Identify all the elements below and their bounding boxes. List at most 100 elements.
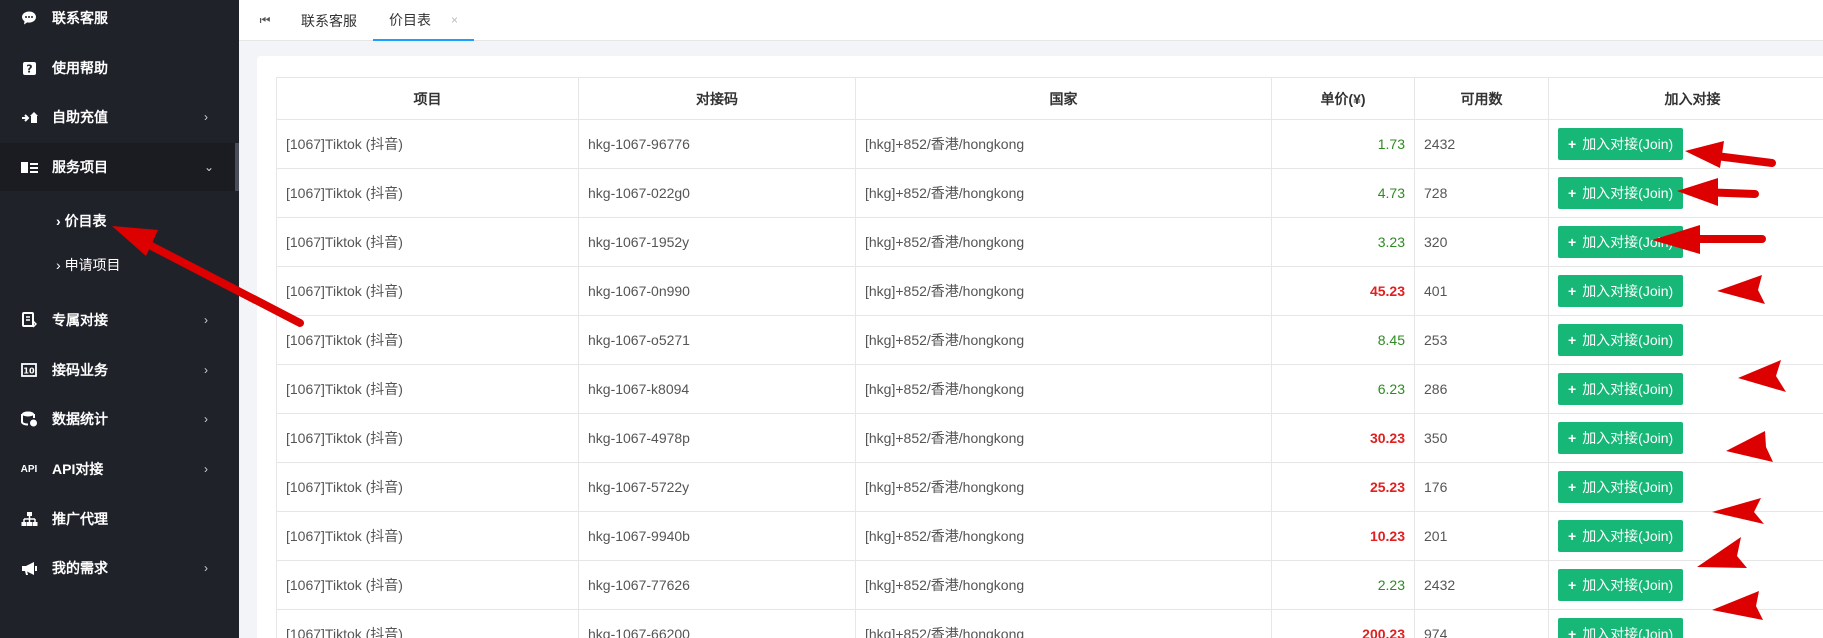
join-button[interactable]: + 加入对接(Join) bbox=[1558, 471, 1684, 503]
tab-contact[interactable]: 联系客服 bbox=[301, 0, 357, 41]
cell-country: [hkg]+852/香港/hongkong bbox=[855, 413, 1272, 463]
table-row: [1067]Tiktok (抖音) hkg-1067-66200 [hkg]+852… bbox=[276, 609, 1823, 638]
sidebar-item-recharge[interactable]: 自助充值 › bbox=[0, 93, 239, 141]
join-button[interactable]: + 加入对接(Join) bbox=[1558, 177, 1684, 209]
join-button[interactable]: + 加入对接(Join) bbox=[1558, 373, 1684, 405]
cell-code: hkg-1067-022g0 bbox=[578, 168, 856, 218]
cell-code: hkg-1067-o5271 bbox=[578, 315, 856, 365]
cell-code: hkg-1067-4978p bbox=[578, 413, 856, 463]
cell-project: [1067]Tiktok (抖音) bbox=[276, 413, 579, 463]
column-header-available: 可用数 bbox=[1414, 77, 1549, 120]
join-button[interactable]: + 加入对接(Join) bbox=[1558, 422, 1684, 454]
cell-country: [hkg]+852/香港/hongkong bbox=[855, 560, 1272, 610]
cell-project: [1067]Tiktok (抖音) bbox=[276, 364, 579, 414]
tab-scroll-left-icon[interactable]: ⏮ bbox=[257, 11, 273, 29]
svg-text:?: ? bbox=[26, 62, 32, 75]
chevron-right-icon: › bbox=[204, 313, 208, 327]
column-header-country: 国家 bbox=[855, 77, 1272, 120]
cell-join: + 加入对接(Join) bbox=[1548, 560, 1823, 610]
tab-pricelist[interactable]: 价目表 × bbox=[373, 0, 475, 41]
chevron-right-icon: › bbox=[204, 462, 208, 476]
tab-bar: ⏮ 联系客服 价目表 × bbox=[239, 0, 1823, 41]
sidebar-item-contact[interactable]: 联系客服 bbox=[0, 0, 239, 42]
cell-available: 350 bbox=[1414, 413, 1549, 463]
sidebar-subitem-pricelist[interactable]: › 价目表 bbox=[0, 201, 239, 241]
join-button[interactable]: + 加入对接(Join) bbox=[1558, 569, 1684, 601]
plus-icon: + bbox=[1568, 577, 1577, 593]
sidebar-item-label: 数据统计 bbox=[52, 411, 108, 427]
join-button-label: 加入对接(Join) bbox=[1582, 577, 1674, 593]
table-row: [1067]Tiktok (抖音) hkg-1067-77626 [hkg]+852… bbox=[276, 560, 1823, 610]
close-icon[interactable]: × bbox=[451, 13, 458, 27]
column-header-price: 单价(¥) bbox=[1271, 77, 1415, 120]
sidebar-item-exclusive[interactable]: 专属对接 › bbox=[0, 296, 239, 344]
cell-join: + 加入对接(Join) bbox=[1548, 609, 1823, 638]
join-button[interactable]: + 加入对接(Join) bbox=[1558, 618, 1684, 638]
plus-icon: + bbox=[1568, 283, 1577, 299]
sidebar-item-promotion[interactable]: 推广代理 bbox=[0, 495, 239, 543]
cell-join: + 加入对接(Join) bbox=[1548, 462, 1823, 512]
plus-icon: + bbox=[1568, 626, 1577, 638]
sidebar: 联系客服 ? 使用帮助 自助充值 › 服务项目 ⌄ › 价目表 › 申请项目 专… bbox=[0, 0, 239, 638]
cell-price: 3.23 bbox=[1271, 217, 1415, 267]
tab-label: 联系客服 bbox=[301, 12, 357, 29]
table-row: [1067]Tiktok (抖音) hkg-1067-k8094 [hkg]+852… bbox=[276, 364, 1823, 414]
join-button[interactable]: + 加入对接(Join) bbox=[1558, 226, 1684, 258]
cell-project: [1067]Tiktok (抖音) bbox=[276, 168, 579, 218]
sidebar-item-label: API对接 bbox=[52, 461, 104, 477]
join-button[interactable]: + 加入对接(Join) bbox=[1558, 520, 1684, 552]
join-button[interactable]: + 加入对接(Join) bbox=[1558, 128, 1684, 160]
cell-project: [1067]Tiktok (抖音) bbox=[276, 560, 579, 610]
cell-available: 2432 bbox=[1414, 119, 1549, 169]
table-row: [1067]Tiktok (抖音) hkg-1067-4978p [hkg]+852… bbox=[276, 413, 1823, 463]
cell-available: 176 bbox=[1414, 462, 1549, 512]
sidebar-item-label: 服务项目 bbox=[52, 159, 108, 175]
help-icon: ? bbox=[20, 59, 38, 77]
cell-code: hkg-1067-9940b bbox=[578, 511, 856, 561]
table-row: [1067]Tiktok (抖音) hkg-1067-9940b [hkg]+852… bbox=[276, 511, 1823, 561]
sidebar-item-label: 推广代理 bbox=[52, 511, 108, 527]
cell-project: [1067]Tiktok (抖音) bbox=[276, 266, 579, 316]
cell-country: [hkg]+852/香港/hongkong bbox=[855, 511, 1272, 561]
cell-available: 728 bbox=[1414, 168, 1549, 218]
cell-price: 10.23 bbox=[1271, 511, 1415, 561]
sidebar-item-services[interactable]: 服务项目 ⌄ bbox=[0, 143, 239, 191]
sidebar-item-sms[interactable]: 10 接码业务 › bbox=[0, 346, 239, 394]
cell-available: 401 bbox=[1414, 266, 1549, 316]
join-button[interactable]: + 加入对接(Join) bbox=[1558, 275, 1684, 307]
cell-price: 1.73 bbox=[1271, 119, 1415, 169]
plus-icon: + bbox=[1568, 381, 1577, 397]
cell-project: [1067]Tiktok (抖音) bbox=[276, 609, 579, 638]
join-button-label: 加入对接(Join) bbox=[1582, 479, 1674, 495]
sidebar-item-api[interactable]: API API对接 › bbox=[0, 445, 239, 493]
cell-country: [hkg]+852/香港/hongkong bbox=[855, 609, 1272, 638]
chevron-right-icon: › bbox=[204, 363, 208, 377]
column-header-join: 加入对接 bbox=[1548, 77, 1823, 120]
plus-icon: + bbox=[1568, 430, 1577, 446]
cell-available: 253 bbox=[1414, 315, 1549, 365]
join-button[interactable]: + 加入对接(Join) bbox=[1558, 324, 1684, 356]
table-header-row: 项目 对接码 国家 单价(¥) 可用数 加入对接 bbox=[276, 77, 1823, 120]
plus-icon: + bbox=[1568, 479, 1577, 495]
join-button-label: 加入对接(Join) bbox=[1582, 332, 1674, 348]
table-row: [1067]Tiktok (抖音) hkg-1067-96776 [hkg]+852… bbox=[276, 119, 1823, 169]
join-button-label: 加入对接(Join) bbox=[1582, 626, 1674, 638]
org-icon bbox=[20, 510, 38, 528]
table-row: [1067]Tiktok (抖音) hkg-1067-o5271 [hkg]+852… bbox=[276, 315, 1823, 365]
sidebar-item-label: 接码业务 bbox=[52, 362, 108, 378]
cell-code: hkg-1067-1952y bbox=[578, 217, 856, 267]
sidebar-subitem-apply[interactable]: › 申请项目 bbox=[0, 245, 239, 285]
megaphone-icon bbox=[20, 559, 38, 577]
plus-icon: + bbox=[1568, 136, 1577, 152]
cell-join: + 加入对接(Join) bbox=[1548, 315, 1823, 365]
sidebar-subitem-text: 价目表 bbox=[64, 213, 107, 229]
cell-code: hkg-1067-k8094 bbox=[578, 364, 856, 414]
join-button-label: 加入对接(Join) bbox=[1582, 234, 1674, 250]
cell-price: 25.23 bbox=[1271, 462, 1415, 512]
sidebar-item-help[interactable]: ? 使用帮助 bbox=[0, 44, 239, 92]
join-button-label: 加入对接(Join) bbox=[1582, 283, 1674, 299]
table-row: [1067]Tiktok (抖音) hkg-1067-022g0 [hkg]+852… bbox=[276, 168, 1823, 218]
sidebar-item-requests[interactable]: 我的需求 › bbox=[0, 544, 239, 592]
sidebar-scroll-indicator bbox=[235, 143, 239, 191]
sidebar-item-stats[interactable]: 数据统计 › bbox=[0, 395, 239, 443]
